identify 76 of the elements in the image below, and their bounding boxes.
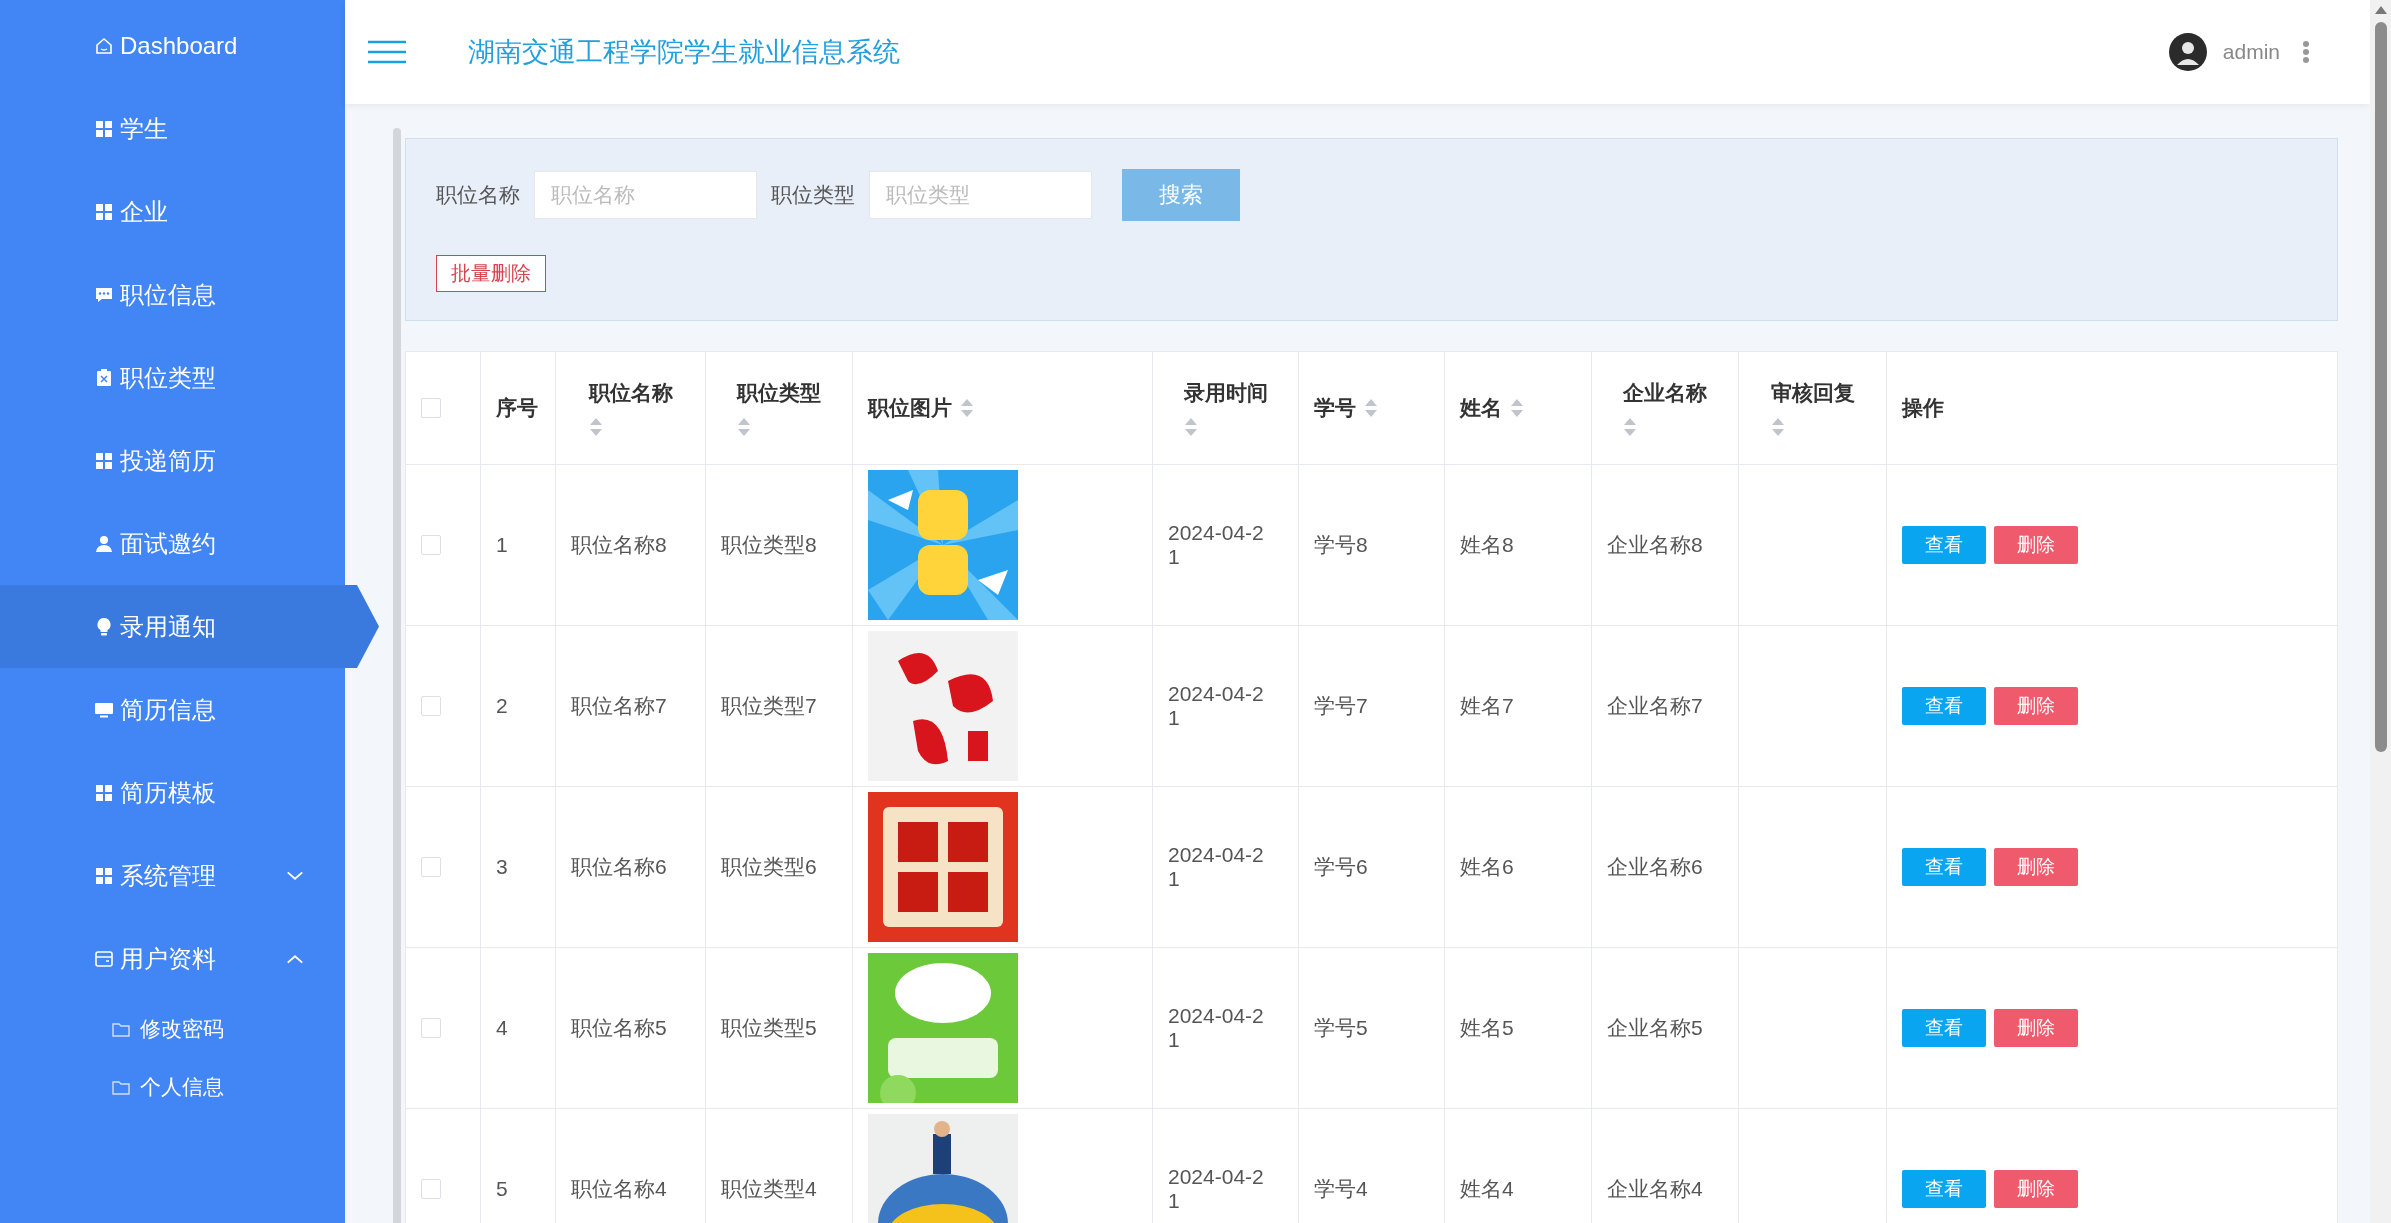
table-cell: 企业名称4: [1592, 1109, 1739, 1223]
column-header[interactable]: 职位类型: [706, 352, 853, 464]
view-button[interactable]: 查看: [1902, 687, 1986, 725]
delete-button[interactable]: 删除: [1994, 1170, 2078, 1208]
view-button[interactable]: 查看: [1902, 1009, 1986, 1047]
table-cell: 2: [481, 626, 556, 786]
table-cell: 职位名称6: [556, 787, 706, 947]
input-field[interactable]: 职位类型: [869, 171, 1092, 219]
table-cell: 职位名称8: [556, 465, 706, 625]
table-cell: 姓名5: [1445, 948, 1592, 1108]
table-cell: 4: [481, 948, 556, 1108]
table-cell: 1: [481, 465, 556, 625]
field-label: 职位名称: [436, 182, 520, 208]
column-header[interactable]: 录用时间: [1153, 352, 1299, 464]
column-header[interactable]: 审核回复: [1739, 352, 1887, 464]
view-button[interactable]: 查看: [1902, 526, 1986, 564]
column-header[interactable]: 学号: [1299, 352, 1445, 464]
table-cell: 2024-04-21: [1153, 465, 1299, 625]
table-cell: 职位类型4: [706, 1109, 853, 1223]
sidebar-item[interactable]: 简历信息: [0, 668, 345, 751]
sidebar-item[interactable]: 系统管理: [0, 834, 345, 917]
table-cell: 学号7: [1299, 626, 1445, 786]
table-cell: 企业名称8: [1592, 465, 1739, 625]
search-button[interactable]: 搜索: [1122, 169, 1240, 221]
table-cell: 职位类型8: [706, 465, 853, 625]
sidebar-subitem[interactable]: 个人信息: [0, 1058, 345, 1116]
field-label: 职位类型: [771, 182, 855, 208]
table-cell: 学号5: [1299, 948, 1445, 1108]
table-cell: 职位类型6: [706, 787, 853, 947]
table-cell: 企业名称5: [1592, 948, 1739, 1108]
sidebar-item[interactable]: 企业: [0, 170, 345, 253]
table-cell: 姓名7: [1445, 626, 1592, 786]
delete-button[interactable]: 删除: [1994, 1009, 2078, 1047]
table-cell: 3: [481, 787, 556, 947]
sidebar-item[interactable]: 职位信息: [0, 253, 345, 336]
delete-button[interactable]: 删除: [1994, 848, 2078, 886]
table-cell: 职位名称4: [556, 1109, 706, 1223]
table-cell: 职位名称5: [556, 948, 706, 1108]
column-header: 序号: [481, 352, 556, 464]
app-title: 湖南交通工程学院学生就业信息系统: [468, 36, 901, 69]
sidebar-item[interactable]: 学生: [0, 87, 345, 170]
sidebar-item[interactable]: 用户资料: [0, 917, 345, 1000]
sidebar-item[interactable]: 职位类型: [0, 336, 345, 419]
table-cell: 姓名8: [1445, 465, 1592, 625]
delete-button[interactable]: 删除: [1994, 526, 2078, 564]
table-cell: 姓名4: [1445, 1109, 1592, 1223]
table-cell: 2024-04-21: [1153, 626, 1299, 786]
column-header[interactable]: 企业名称: [1592, 352, 1739, 464]
batch-delete-button[interactable]: 批量删除: [436, 255, 546, 292]
sidebar-subitem[interactable]: 修改密码: [0, 1000, 345, 1058]
column-header[interactable]: 姓名: [1445, 352, 1592, 464]
view-button[interactable]: 查看: [1902, 848, 1986, 886]
table-cell: 姓名6: [1445, 787, 1592, 947]
table-cell: 学号6: [1299, 787, 1445, 947]
table-cell: 职位类型5: [706, 948, 853, 1108]
sidebar-item[interactable]: 简历模板: [0, 751, 345, 834]
column-header[interactable]: 职位名称: [556, 352, 706, 464]
table-cell: 5: [481, 1109, 556, 1223]
delete-button[interactable]: 删除: [1994, 687, 2078, 725]
sidebar-item[interactable]: Dashboard: [0, 4, 345, 87]
table-cell: 企业名称7: [1592, 626, 1739, 786]
column-header: 操作: [1900, 395, 1945, 421]
table-cell: 2024-04-21: [1153, 787, 1299, 947]
table-cell: 学号8: [1299, 465, 1445, 625]
table-cell: 职位类型7: [706, 626, 853, 786]
table-cell: 2024-04-21: [1153, 1109, 1299, 1223]
sidebar-item[interactable]: 面试邀约: [0, 502, 345, 585]
sidebar-item[interactable]: 投递简历: [0, 419, 345, 502]
input-field[interactable]: 职位名称: [534, 171, 757, 219]
table-cell: 职位名称7: [556, 626, 706, 786]
view-button[interactable]: 查看: [1902, 1170, 1986, 1208]
table-cell: 2024-04-21: [1153, 948, 1299, 1108]
table-cell: 学号4: [1299, 1109, 1445, 1223]
table-cell: 企业名称6: [1592, 787, 1739, 947]
username[interactable]: admin: [2222, 40, 2280, 64]
column-header[interactable]: 职位图片: [853, 352, 1153, 464]
